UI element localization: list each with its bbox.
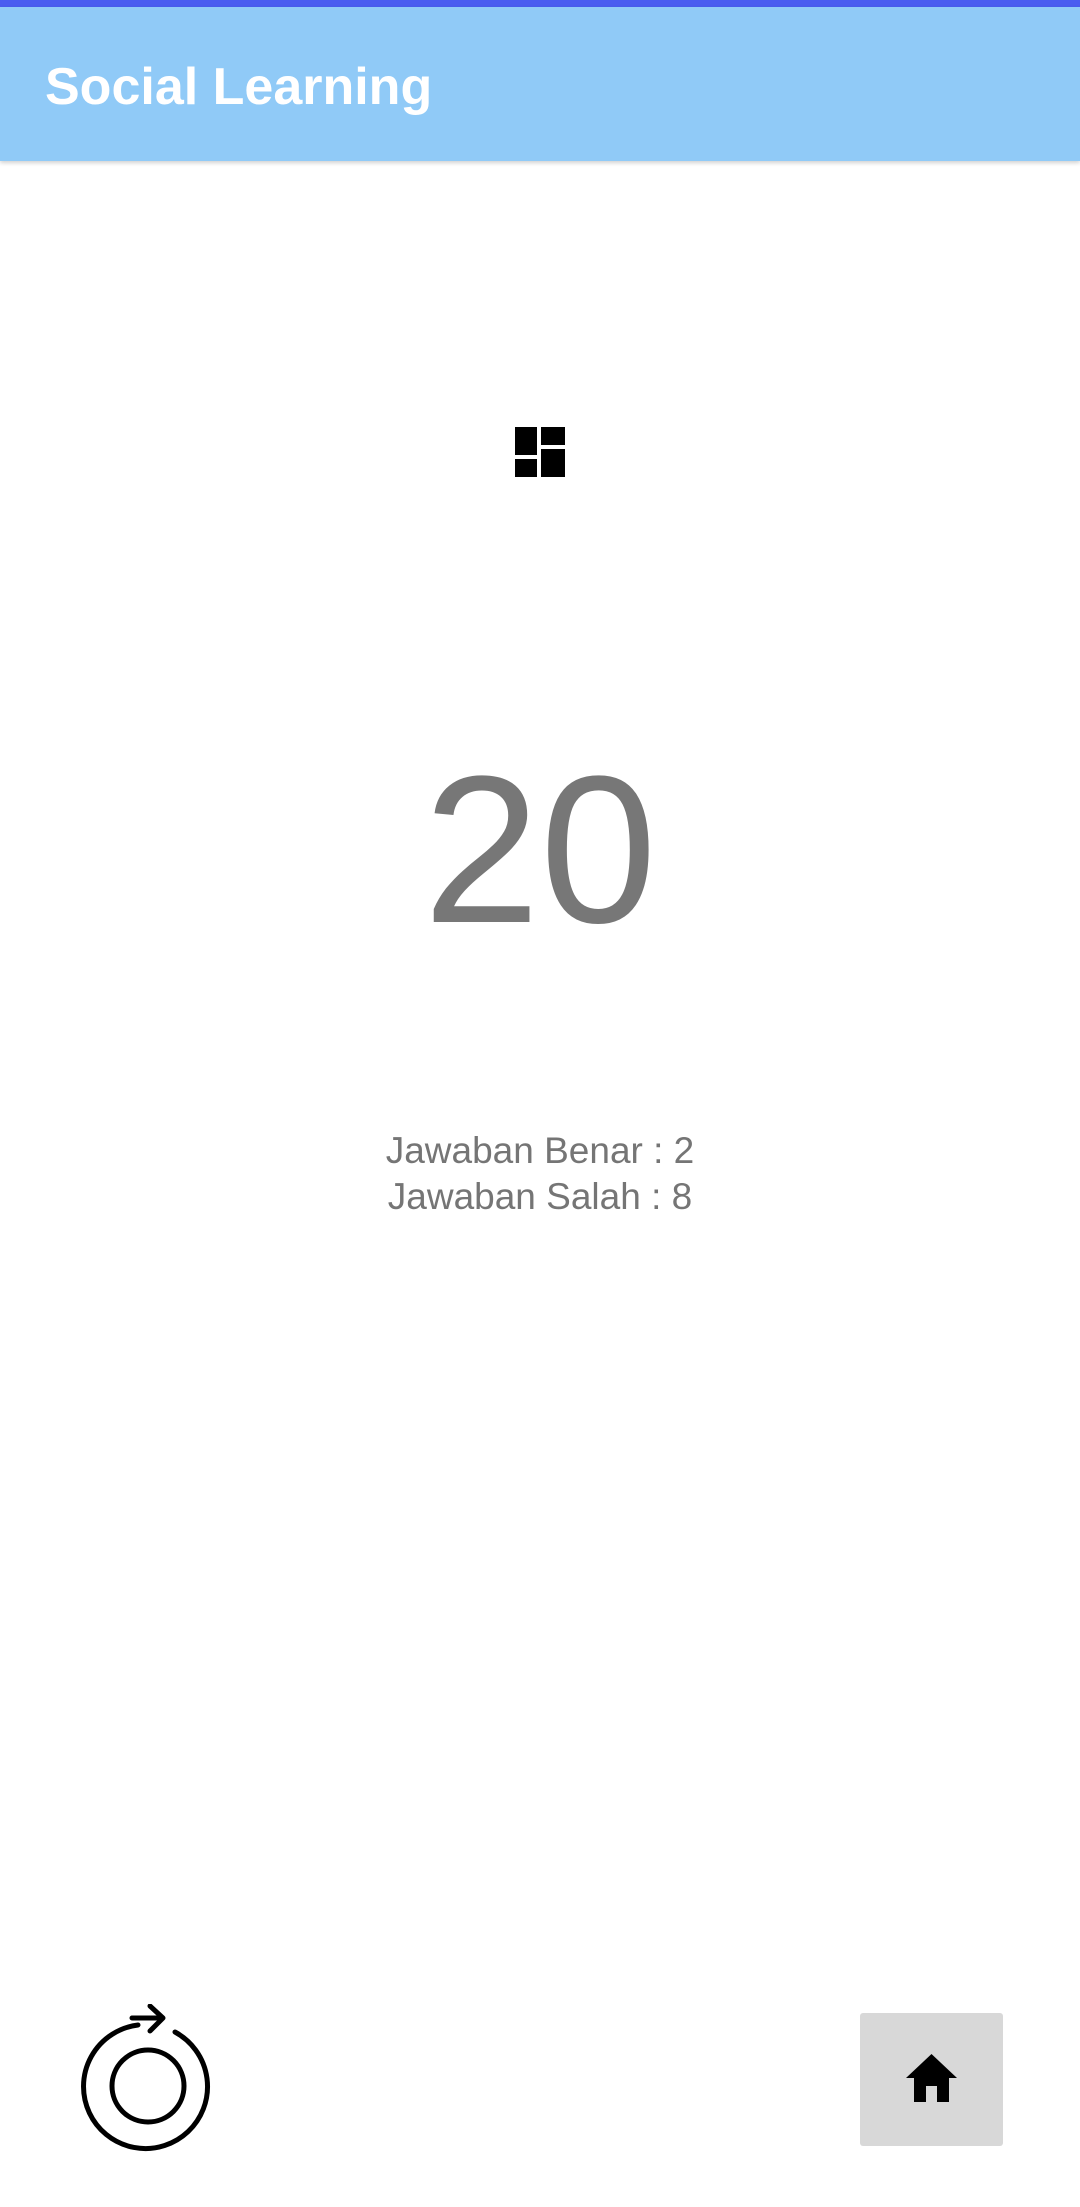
home-icon [906, 2054, 957, 2102]
app-bar: Social Learning [0, 7, 1080, 161]
result-screen: Social Learning 20 Jawaban Benar : 2 Jaw… [0, 0, 1080, 2207]
app-title: Social Learning [45, 58, 433, 116]
answer-summary: Jawaban Benar : 2 Jawaban Salah : 8 [0, 1128, 1080, 1220]
home-button[interactable] [860, 2013, 1003, 2146]
wrong-answers-text: Jawaban Salah : 8 [387, 1176, 693, 1217]
correct-answers-text: Jawaban Benar : 2 [385, 1130, 695, 1171]
status-strip [0, 0, 1080, 7]
retry-button[interactable] [80, 2003, 218, 2154]
dashboard-icon [515, 427, 565, 477]
score-value: 20 [423, 732, 657, 967]
retry-icon [81, 2003, 210, 2152]
